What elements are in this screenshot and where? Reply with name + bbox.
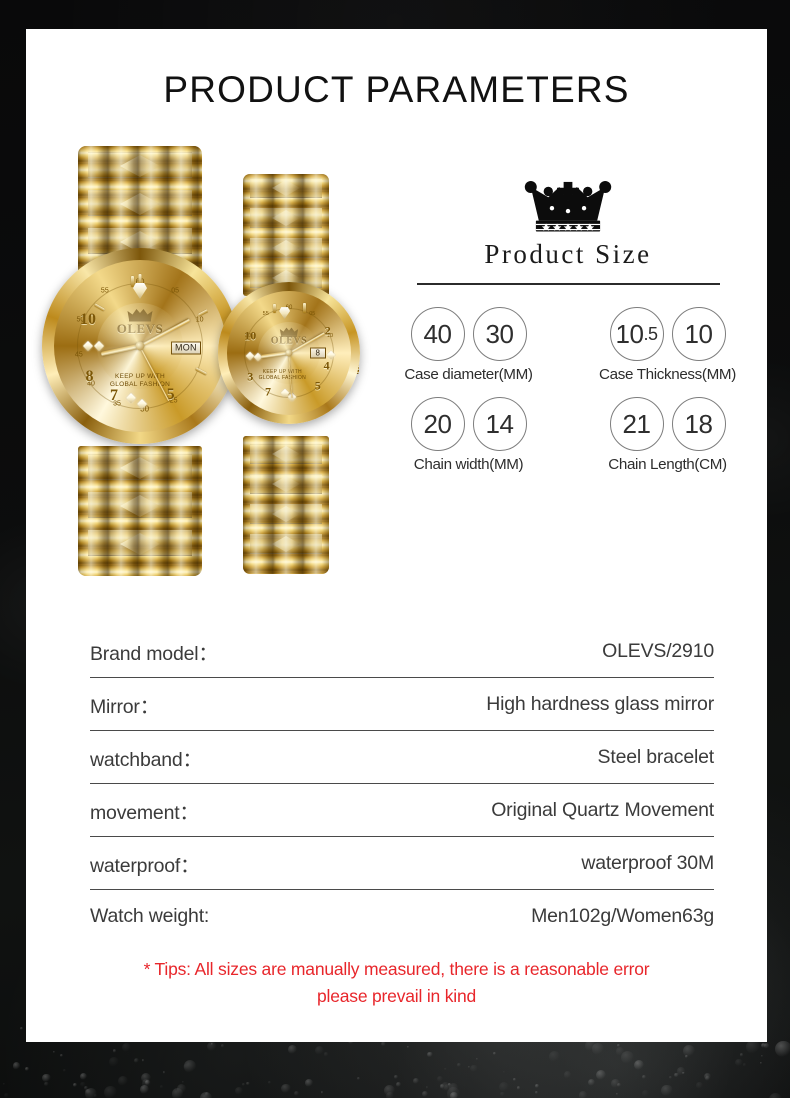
size-circles: 40 30 [378,307,559,361]
womens-watch-upper-band [243,174,329,296]
dial-numeral: 8 [85,367,94,385]
size-group-case-thickness: 10.5 10 Case Thickness(MM) [577,307,758,383]
spec-value: Men102g/Women63g [531,905,714,927]
dial-slogan: KEEP UP WITH GLOBAL FASHION [259,369,306,382]
womens-watch-lower-band [243,436,329,574]
dial-minute-mark: 55 [100,287,109,295]
dial-minute-mark: 05 [171,287,180,295]
size-label: Case Thickness(MM) [599,366,736,383]
size-label: Chain Length(CM) [608,456,727,473]
size-row: 20 14 Chain width(MM) 21 18 Chain Length… [378,397,758,473]
product-parameters-card: PRODUCT PARAMETERS 55 05 50 10 45 40 35 … [26,29,767,1042]
table-row: Watch weight: Men102g/Women63g [90,890,714,943]
size-group-case-diameter: 40 30 Case diameter(MM) [378,307,559,383]
spec-key: movement： [90,801,199,824]
size-label: Chain width(MM) [413,456,524,473]
dial-numeral: 7 [110,387,118,405]
dial-slogan-line1: KEEP UP WITH [262,368,302,375]
product-size-heading: Product Size [484,239,652,269]
product-size-divider [416,283,720,285]
size-circle-value: 10.5 [609,307,664,361]
dial-date-window: 8 [309,347,326,359]
size-row: 40 30 Case diameter(MM) 10.5 10 Case Thi… [378,307,758,383]
crown-icon [524,181,612,232]
dial-center-pin [285,349,293,357]
dial-numeral: 5 [314,378,321,393]
size-circle-value: 18 [671,397,726,451]
dial-numeral: 10 [80,311,96,328]
womens-watch-dial: 60 55 05 50 10 30 10 2 3 [234,298,345,409]
tips-line-1: * Tips: All sizes are manually measured,… [143,959,650,979]
size-circle-value: 10 [671,307,726,361]
mens-watch-lower-band [78,446,202,576]
size-circles: 21 18 [577,397,758,451]
table-row: watchband： Steel bracelet [90,731,714,784]
dial-minute-mark: 10 [195,316,204,324]
dial-slogan-line1: KEEP UP WITH [115,373,165,381]
spec-value: Original Quartz Movement [491,798,714,821]
dial-brand-text: OLEVS [116,321,164,337]
spec-key: Mirror： [90,695,160,718]
spec-key: waterproof： [90,854,200,877]
size-circle-value: 20 [410,397,465,451]
spec-key: Watch weight: [90,905,210,927]
dial-center-pin [135,341,145,351]
womens-watch-case: 60 55 05 50 10 30 10 2 3 [218,282,360,424]
spec-value: High hardness glass mirror [486,692,714,715]
size-label: Case diameter(MM) [404,366,533,383]
dial-numeral: 10 [244,328,257,343]
dial-numeral: 7 [264,384,271,399]
dial-numeral: 3 [247,369,254,384]
dial-minute-mark: 55 [262,311,269,318]
spec-value: Steel bracelet [597,745,715,768]
table-row: Brand model： OLEVS/2910 [90,625,714,678]
page-title: PRODUCT PARAMETERS [163,69,630,110]
dial-hour-hand [100,343,141,357]
tips-note: * Tips: All sizes are manually measured,… [56,956,737,1010]
size-circle-value: 21 [609,397,664,451]
watch-product-photo: 60 55 05 50 10 45 40 35 30 25 [34,146,374,576]
size-circles: 10.5 10 [577,307,758,361]
dial-minute-mark: 45 [74,351,83,359]
tips-line-2: please prevail in kind [316,986,477,1007]
dial-numeral: 2 [324,323,331,338]
spec-key: Brand model： [90,642,218,665]
size-circle-value: 30 [472,307,527,361]
table-row: waterproof： waterproof 30M [90,837,714,890]
olevs-crown-logo-icon [127,309,153,322]
size-circles: 20 14 [378,397,559,451]
dial-minute-mark: 05 [309,311,316,318]
dial-hour-hand [260,351,290,359]
product-size-panel: Product Size 40 30 Case diameter(MM) 10.… [378,179,758,487]
dial-slogan-line2: GLOBAL FASHION [258,375,307,382]
olevs-crown-logo-icon [279,327,299,337]
spec-key: watchband： [90,748,202,771]
mens-watch-dial: 60 55 05 50 10 45 40 35 30 25 [64,270,217,423]
size-group-chain-width: 20 14 Chain width(MM) [378,397,559,473]
size-group-chain-length: 21 18 Chain Length(CM) [577,397,758,473]
spec-value: OLEVS/2910 [602,639,714,662]
table-row: movement： Original Quartz Movement [90,784,714,837]
dial-brand-text: OLEVS [270,335,308,347]
dial-numeral: 4 [323,358,330,373]
size-circle-value: 14 [472,397,527,451]
size-rows: 40 30 Case diameter(MM) 10.5 10 Case Thi… [378,307,758,473]
dial-day-window: MON [170,341,201,355]
spec-value: waterproof 30M [581,851,714,874]
womens-watch-image: 60 55 05 50 10 30 10 2 3 [206,174,366,574]
table-row: Mirror： High hardness glass mirror [90,678,714,731]
specification-table: Brand model： OLEVS/2910 Mirror： High har… [90,625,714,943]
size-circle-value: 40 [410,307,465,361]
